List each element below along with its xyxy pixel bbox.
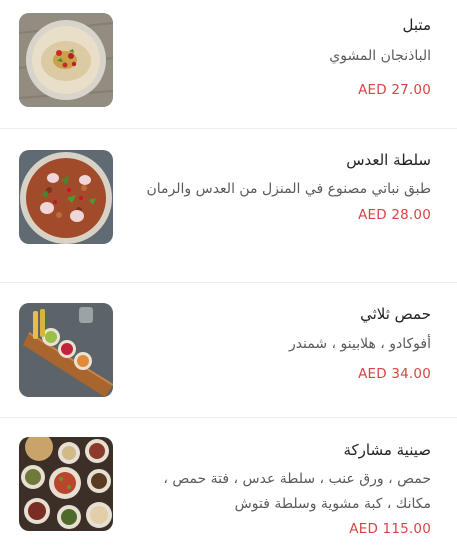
item-description: الباذنجان المشوي <box>329 48 431 64</box>
item-info: صينية مشاركة حمص ، ورق عنب ، سلطة عدس ، … <box>131 439 431 537</box>
item-title: حمص ثلاثي <box>360 305 431 323</box>
item-price: AED 34.00 <box>358 366 431 382</box>
menu-item-sharing-platter[interactable]: صينية مشاركة حمص ، ورق عنب ، سلطة عدس ، … <box>0 417 457 545</box>
mutabal-dish-photo <box>19 13 113 107</box>
item-price: AED 27.00 <box>358 82 431 98</box>
item-info: سلطة العدس طبق نباتي مصنوع في المنزل من … <box>131 149 431 223</box>
menu-list: متبل الباذنجان المشوي AED 27.00 سلطة الع… <box>0 0 457 545</box>
item-title: صينية مشاركة <box>343 441 431 459</box>
item-image[interactable] <box>19 303 113 397</box>
item-price: AED 115.00 <box>349 521 431 537</box>
item-info: حمص ثلاثي أفوكادو ، هلابينو ، شمندر AED … <box>131 303 431 382</box>
item-image[interactable] <box>19 13 113 107</box>
lentil-salad-photo <box>19 150 113 244</box>
item-description: طبق نباتي مصنوع في المنزل من العدس والرم… <box>146 181 431 197</box>
menu-item-lentil-salad[interactable]: سلطة العدس طبق نباتي مصنوع في المنزل من … <box>0 128 457 282</box>
item-info: متبل الباذنجان المشوي AED 27.00 <box>131 14 431 98</box>
item-image[interactable] <box>19 150 113 244</box>
hummus-trio-photo <box>19 303 113 397</box>
menu-item-mutabal[interactable]: متبل الباذنجان المشوي AED 27.00 <box>0 0 457 128</box>
item-title: متبل <box>402 16 431 34</box>
item-description: أفوكادو ، هلابينو ، شمندر <box>288 336 431 352</box>
item-price: AED 28.00 <box>358 207 431 223</box>
menu-item-hummus-trio[interactable]: حمص ثلاثي أفوكادو ، هلابينو ، شمندر AED … <box>0 282 457 417</box>
sharing-platter-photo <box>19 437 113 531</box>
item-description: حمص ، ورق عنب ، سلطة عدس ، فتة حمص ، مكا… <box>163 471 431 512</box>
item-title: سلطة العدس <box>346 151 431 169</box>
item-image[interactable] <box>19 437 113 531</box>
